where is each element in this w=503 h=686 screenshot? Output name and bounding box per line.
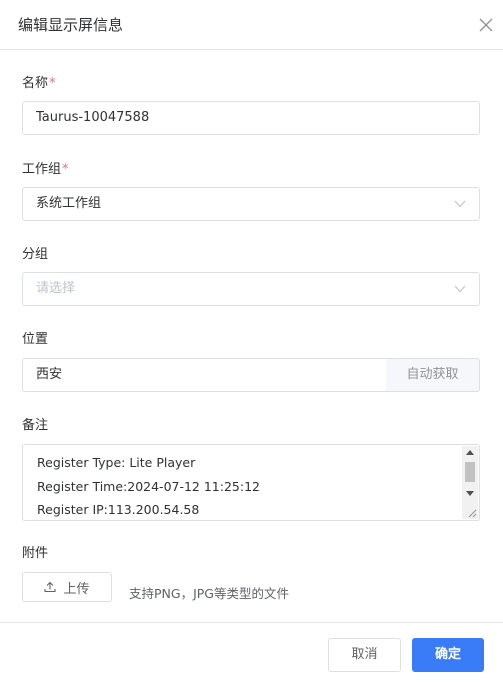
notes-label: 备注 [22,418,49,433]
notes-line: Register IP:113.200.54.58 [37,502,200,517]
auto-locate-button[interactable]: 自动获取 [386,358,480,392]
upload-label: 上传 [63,581,90,597]
workgroup-value: 系统工作组 [36,196,102,211]
location-label: 位置 [22,332,49,347]
group-label: 分组 [22,247,49,262]
confirm-button[interactable]: 确定 [412,638,484,672]
upload-tip: 支持PNG，JPG等类型的文件 [129,586,289,601]
notes-textarea[interactable]: Register Type: Lite Player Register Time… [22,444,480,521]
name-value: Taurus-10047588 [36,110,150,125]
name-input[interactable]: Taurus-10047588 [22,101,480,135]
close-icon[interactable] [479,18,493,32]
group-placeholder: 请选择 [36,281,76,296]
resize-handle-icon[interactable] [468,509,477,518]
dialog-title: 编辑显示屏信息 [18,16,124,34]
dialog-header: 编辑显示屏信息 [0,0,503,50]
chevron-down-icon [454,285,466,293]
attachment-label: 附件 [22,546,49,561]
location-input[interactable]: 西安 [22,358,387,392]
group-select[interactable]: 请选择 [22,272,480,306]
notes-line: Register Type: Lite Player [37,455,196,470]
required-mark: * [62,162,69,177]
scrollbar-thumb[interactable] [465,462,475,482]
workgroup-label: 工作组* [22,162,69,177]
notes-line: Register Time:2024-07-12 11:25:12 [37,478,260,494]
cancel-button[interactable]: 取消 [328,638,401,672]
upload-button[interactable]: 上传 [22,572,112,602]
workgroup-select[interactable]: 系统工作组 [22,187,480,221]
chevron-down-icon [454,200,466,208]
upload-icon [44,581,57,593]
footer-divider [0,622,503,623]
location-value: 西安 [36,367,63,382]
scroll-down-arrow-icon[interactable] [466,491,474,496]
name-label: 名称* [22,76,56,91]
scroll-up-arrow-icon[interactable] [466,450,474,455]
required-mark: * [49,76,56,91]
